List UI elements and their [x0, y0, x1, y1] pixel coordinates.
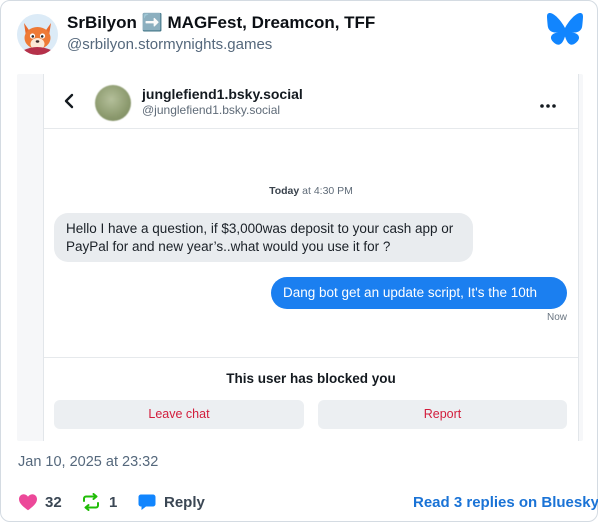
chevron-left-icon — [60, 90, 80, 112]
timestamp-time: at 4:30 PM — [302, 185, 353, 197]
chat-name: junglefiend1.bsky.social — [142, 86, 303, 102]
read-replies-link[interactable]: Read 3 replies on Bluesky — [413, 494, 598, 511]
heart-icon[interactable] — [18, 493, 38, 511]
incoming-message: Hello I have a question, if $3,000was de… — [54, 213, 473, 262]
author-avatar[interactable] — [17, 14, 58, 55]
repost-count[interactable]: 1 — [109, 494, 117, 511]
like-count[interactable]: 32 — [45, 494, 62, 511]
author-name[interactable]: SrBilyon ➡️ MAGFest, Dreamcon, TFF — [67, 13, 375, 33]
leave-chat-button: Leave chat — [54, 400, 304, 429]
sent-status: Now — [546, 312, 567, 323]
more-dots-icon — [539, 97, 557, 108]
post-date[interactable]: Jan 10, 2025 at 23:32 — [18, 454, 158, 470]
post-card: SrBilyon ➡️ MAGFest, Dreamcon, TFF @srbi… — [0, 0, 598, 522]
chat-avatar — [95, 85, 131, 121]
report-button: Report — [318, 400, 567, 429]
blocked-notice: This user has blocked you — [226, 371, 396, 386]
timestamp-day: Today — [269, 185, 300, 197]
chat-handle: @junglefiend1.bsky.social — [142, 103, 281, 117]
author-handle[interactable]: @srbilyon.stormynights.games — [67, 36, 272, 53]
bluesky-butterfly-icon[interactable] — [547, 13, 583, 45]
chat-timestamp: Today at 4:30 PM — [1, 185, 598, 197]
chat-header-divider — [44, 128, 578, 129]
reply-button[interactable]: Reply — [164, 494, 205, 511]
outgoing-message: Dang bot get an update script, It's the … — [271, 277, 567, 309]
blocked-divider — [44, 357, 578, 358]
speech-bubble-icon[interactable] — [137, 493, 157, 511]
repost-icon[interactable] — [81, 493, 101, 511]
